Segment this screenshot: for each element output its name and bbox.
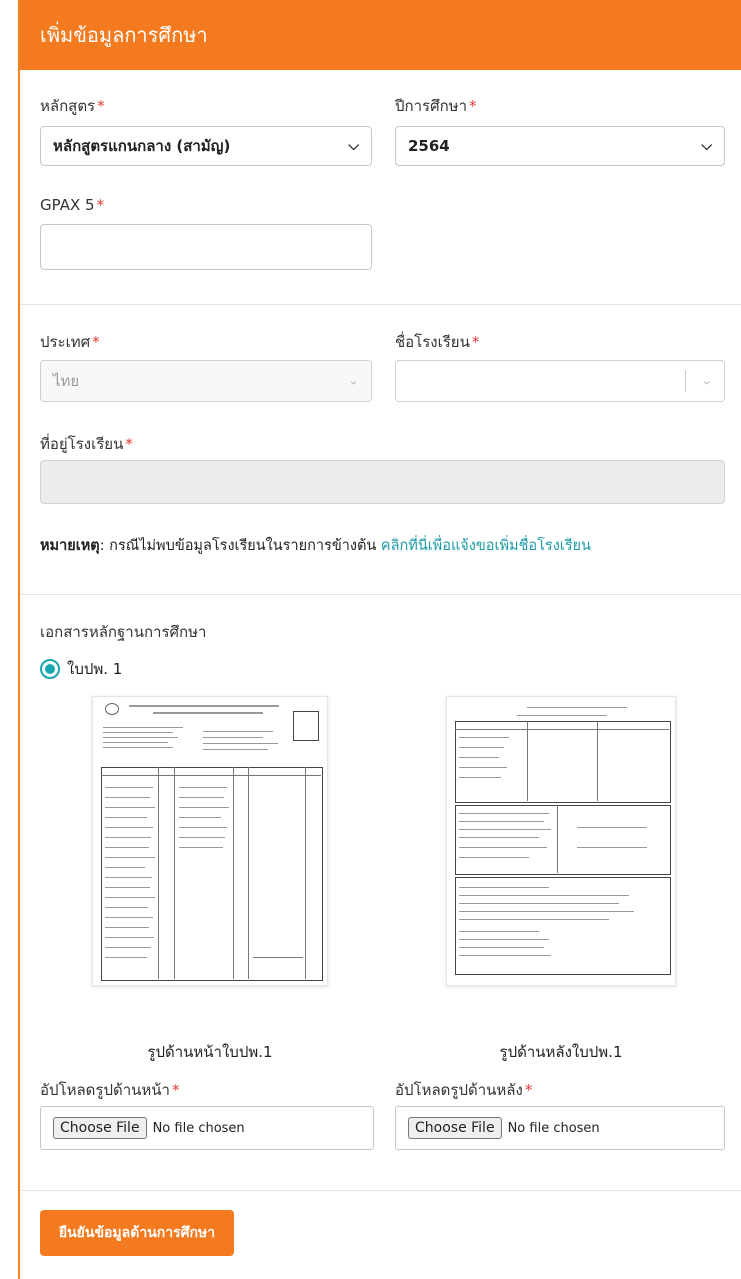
school-label: ชื่อโรงเรียน * [395, 333, 480, 351]
radio-label: ใบปพ. 1 [67, 660, 123, 678]
file-status: No file chosen [507, 1120, 600, 1136]
section-divider [20, 1190, 741, 1191]
choose-file-button[interactable]: Choose File [53, 1117, 147, 1139]
curriculum-label: หลักสูตร * [40, 97, 105, 115]
radio-selected-icon [40, 659, 60, 679]
radio-por-por-1[interactable]: ใบปพ. 1 [40, 657, 122, 681]
year-value: 2564 [408, 137, 450, 155]
country-select[interactable]: ไทย ⌄ [40, 360, 372, 402]
gpax-input[interactable] [40, 224, 372, 270]
submit-education-button[interactable]: ยืนยันข้อมูลด้านการศึกษา [40, 1210, 234, 1256]
back-document-image [446, 696, 676, 986]
front-document-image [92, 696, 328, 986]
emblem-icon [105, 703, 119, 715]
year-label: ปีการศึกษา * [395, 97, 477, 115]
section-divider [20, 594, 741, 595]
address-input [40, 460, 725, 504]
curriculum-select[interactable]: หลักสูตรแกนกลาง (สามัญ) ⌵ [40, 126, 372, 166]
chevron-down-icon: ⌵ [701, 138, 712, 154]
gpax-label: GPAX 5 * [40, 196, 105, 214]
school-note: หมายเหตุ: กรณีไม่พบข้อมูลโรงเรียนในรายกา… [40, 534, 591, 557]
upload-back-label: อัปโหลดรูปด้านหลัง * [395, 1081, 533, 1099]
request-school-link[interactable]: คลิกที่นี่เพื่อแจ้งขอเพิ่มชื่อโรงเรียน [381, 538, 591, 554]
form-title: เพิ่มข้อมูลการศึกษา [40, 23, 208, 47]
chevron-down-icon: ⌄ [701, 373, 712, 389]
choose-file-button[interactable]: Choose File [408, 1117, 502, 1139]
section-divider [20, 304, 741, 305]
chevron-down-icon: ⌵ [348, 138, 359, 154]
file-status: No file chosen [152, 1120, 245, 1136]
country-value: ไทย [53, 372, 80, 390]
upload-back-input[interactable]: Choose File No file chosen [395, 1106, 725, 1150]
chevron-down-icon: ⌄ [348, 373, 359, 389]
address-label: ที่อยู่โรงเรียน * [40, 435, 133, 453]
note-text: : กรณีไม่พบข้อมูลโรงเรียนในรายการข้างต้น [99, 538, 381, 554]
curriculum-value: หลักสูตรแกนกลาง (สามัญ) [53, 137, 231, 155]
year-select[interactable]: 2564 ⌵ [395, 126, 725, 166]
note-prefix: หมายเหตุ [40, 538, 100, 554]
upload-front-label: อัปโหลดรูปด้านหน้า * [40, 1081, 180, 1099]
education-form-card: เพิ่มข้อมูลการศึกษา หลักสูตร * หลักสูตรแก… [18, 0, 741, 1279]
country-label: ประเทศ * [40, 333, 100, 351]
form-header: เพิ่มข้อมูลการศึกษา [20, 0, 741, 70]
select-separator [685, 370, 686, 392]
evidence-title: เอกสารหลักฐานการศึกษา [40, 623, 207, 641]
back-caption: รูปด้านหลังใบปพ.1 [499, 1043, 623, 1061]
upload-front-input[interactable]: Choose File No file chosen [40, 1106, 374, 1150]
front-caption: รูปด้านหน้าใบปพ.1 [147, 1043, 273, 1061]
school-select[interactable]: ⌄ [395, 360, 725, 402]
